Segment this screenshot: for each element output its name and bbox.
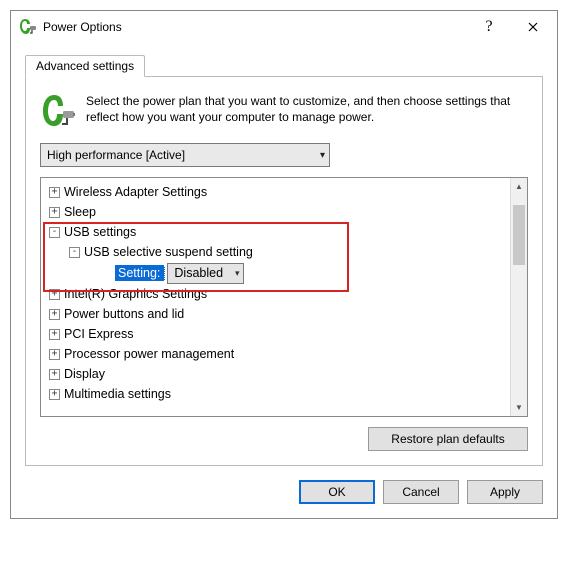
tree-item[interactable]: + Processor power management bbox=[45, 344, 510, 364]
tree-item-label: PCI Express bbox=[64, 327, 133, 341]
expand-icon[interactable]: + bbox=[49, 187, 60, 198]
settings-tree[interactable]: + Wireless Adapter Settings + Sleep - US… bbox=[41, 178, 510, 416]
expand-icon[interactable]: + bbox=[49, 389, 60, 400]
scroll-thumb[interactable] bbox=[513, 205, 525, 265]
tree-item-label: Intel(R) Graphics Settings bbox=[64, 287, 207, 301]
power-plan-icon bbox=[40, 93, 76, 129]
tree-item[interactable]: + Sleep bbox=[45, 202, 510, 222]
tree-item[interactable]: + Intel(R) Graphics Settings bbox=[45, 284, 510, 304]
tree-item[interactable]: + Power buttons and lid bbox=[45, 304, 510, 324]
expand-icon[interactable]: + bbox=[49, 329, 60, 340]
tree-item[interactable]: + Multimedia settings bbox=[45, 384, 510, 404]
scroll-down-button[interactable]: ▼ bbox=[511, 399, 527, 416]
apply-button[interactable]: Apply bbox=[467, 480, 543, 504]
tree-item-usb-settings[interactable]: - USB settings bbox=[45, 222, 510, 242]
power-plan-selected: High performance [Active] bbox=[47, 148, 185, 162]
tree-item[interactable]: + Display bbox=[45, 364, 510, 384]
expand-icon[interactable]: + bbox=[49, 207, 60, 218]
power-options-icon bbox=[19, 18, 37, 36]
tree-item-label: Processor power management bbox=[64, 347, 234, 361]
setting-label: Setting: bbox=[115, 265, 165, 281]
power-options-window: Power Options ? Advanced settings Select… bbox=[10, 10, 558, 519]
titlebar: Power Options ? bbox=[11, 11, 557, 43]
setting-value-select[interactable]: Disabled ▾ bbox=[167, 263, 243, 284]
close-icon bbox=[528, 22, 538, 32]
tree-item-label: USB selective suspend setting bbox=[84, 245, 253, 259]
tree-item-label: Wireless Adapter Settings bbox=[64, 185, 207, 199]
tree-item-label: Sleep bbox=[64, 205, 96, 219]
tree-item-label: Display bbox=[64, 367, 105, 381]
expand-icon[interactable]: + bbox=[49, 289, 60, 300]
client-area: Advanced settings Select the power plan … bbox=[11, 43, 557, 480]
expand-icon[interactable]: + bbox=[49, 349, 60, 360]
tree-item-label: Power buttons and lid bbox=[64, 307, 184, 321]
tree-item-label: Multimedia settings bbox=[64, 387, 171, 401]
chevron-down-icon: ▾ bbox=[235, 268, 240, 279]
settings-tree-container: + Wireless Adapter Settings + Sleep - US… bbox=[40, 177, 528, 417]
close-button[interactable] bbox=[511, 13, 555, 41]
cancel-button[interactable]: Cancel bbox=[383, 480, 459, 504]
expand-icon[interactable]: + bbox=[49, 369, 60, 380]
dialog-buttons: OK Cancel Apply bbox=[11, 480, 557, 518]
vertical-scrollbar[interactable]: ▲ ▼ bbox=[510, 178, 527, 416]
tab-row: Advanced settings bbox=[25, 53, 543, 77]
expand-icon[interactable]: + bbox=[49, 309, 60, 320]
tree-item-label: USB settings bbox=[64, 225, 136, 239]
scroll-track[interactable] bbox=[511, 195, 527, 399]
tab-pane: Select the power plan that you want to c… bbox=[25, 77, 543, 466]
tree-item[interactable]: + Wireless Adapter Settings bbox=[45, 182, 510, 202]
ok-button[interactable]: OK bbox=[299, 480, 375, 504]
restore-row: Restore plan defaults bbox=[40, 427, 528, 451]
tree-item[interactable]: + PCI Express bbox=[45, 324, 510, 344]
collapse-icon[interactable]: - bbox=[49, 227, 60, 238]
restore-defaults-button[interactable]: Restore plan defaults bbox=[368, 427, 528, 451]
tab-advanced-settings[interactable]: Advanced settings bbox=[25, 55, 145, 77]
chevron-down-icon: ▾ bbox=[320, 150, 325, 161]
setting-value: Disabled bbox=[174, 266, 223, 280]
scroll-up-button[interactable]: ▲ bbox=[511, 178, 527, 195]
power-plan-select[interactable]: High performance [Active] ▾ bbox=[40, 143, 330, 167]
help-button[interactable]: ? bbox=[467, 13, 511, 41]
tree-setting-row: Setting: Disabled ▾ bbox=[115, 262, 510, 284]
tree-item-usb-selective-suspend[interactable]: - USB selective suspend setting bbox=[45, 242, 510, 262]
intro-row: Select the power plan that you want to c… bbox=[40, 93, 528, 129]
intro-text: Select the power plan that you want to c… bbox=[86, 93, 528, 129]
collapse-icon[interactable]: - bbox=[69, 247, 80, 258]
window-title: Power Options bbox=[43, 20, 467, 34]
